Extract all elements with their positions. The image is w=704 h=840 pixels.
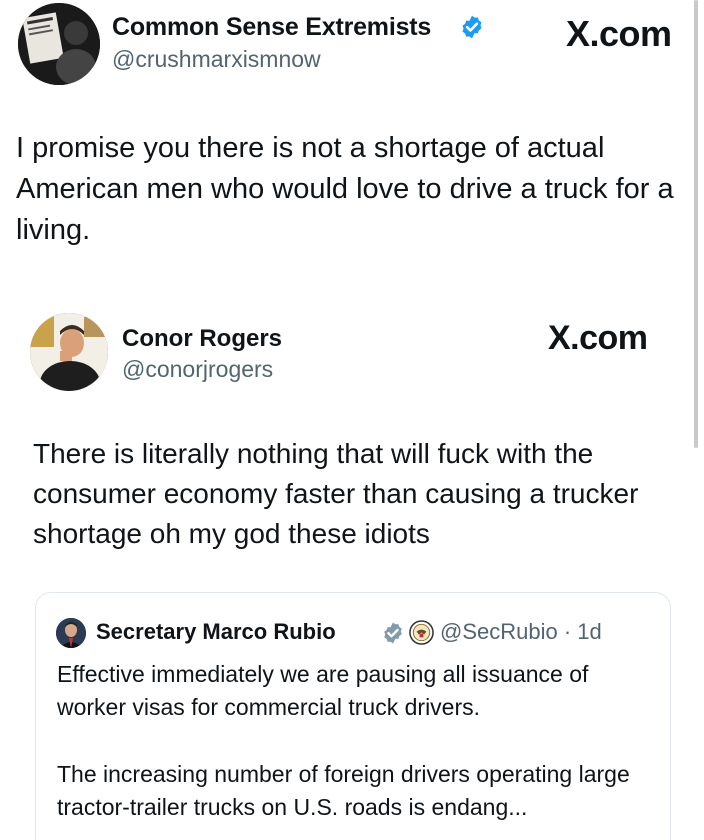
tweet-text: The increasing number of foreign drivers… bbox=[57, 761, 630, 820]
gov-seal-icon bbox=[409, 620, 434, 645]
tweet-text: I promise you there is not a shortage of… bbox=[16, 132, 674, 246]
avatar[interactable] bbox=[18, 3, 100, 85]
author-name[interactable]: Common Sense Extremists bbox=[112, 13, 431, 42]
author-name[interactable]: Conor Rogers bbox=[122, 325, 282, 353]
site-label: X.com bbox=[548, 319, 648, 357]
author-handle[interactable]: @crushmarxismnow bbox=[112, 46, 321, 73]
verified-badge-icon bbox=[462, 15, 482, 39]
avatar[interactable] bbox=[56, 618, 86, 648]
tweet-text: Effective immediately we are pausing all… bbox=[57, 661, 589, 720]
avatar[interactable] bbox=[30, 313, 108, 391]
author-handle[interactable]: @conorjrogers bbox=[122, 356, 273, 383]
scrollbar[interactable] bbox=[694, 0, 698, 448]
verified-badge-icon bbox=[384, 622, 402, 644]
tweet-text: There is literally nothing that will fuc… bbox=[33, 438, 639, 549]
author-handle-time[interactable]: @SecRubio · 1d bbox=[440, 619, 602, 645]
author-name[interactable]: Secretary Marco Rubio bbox=[96, 619, 336, 645]
site-label: X.com bbox=[566, 13, 672, 54]
